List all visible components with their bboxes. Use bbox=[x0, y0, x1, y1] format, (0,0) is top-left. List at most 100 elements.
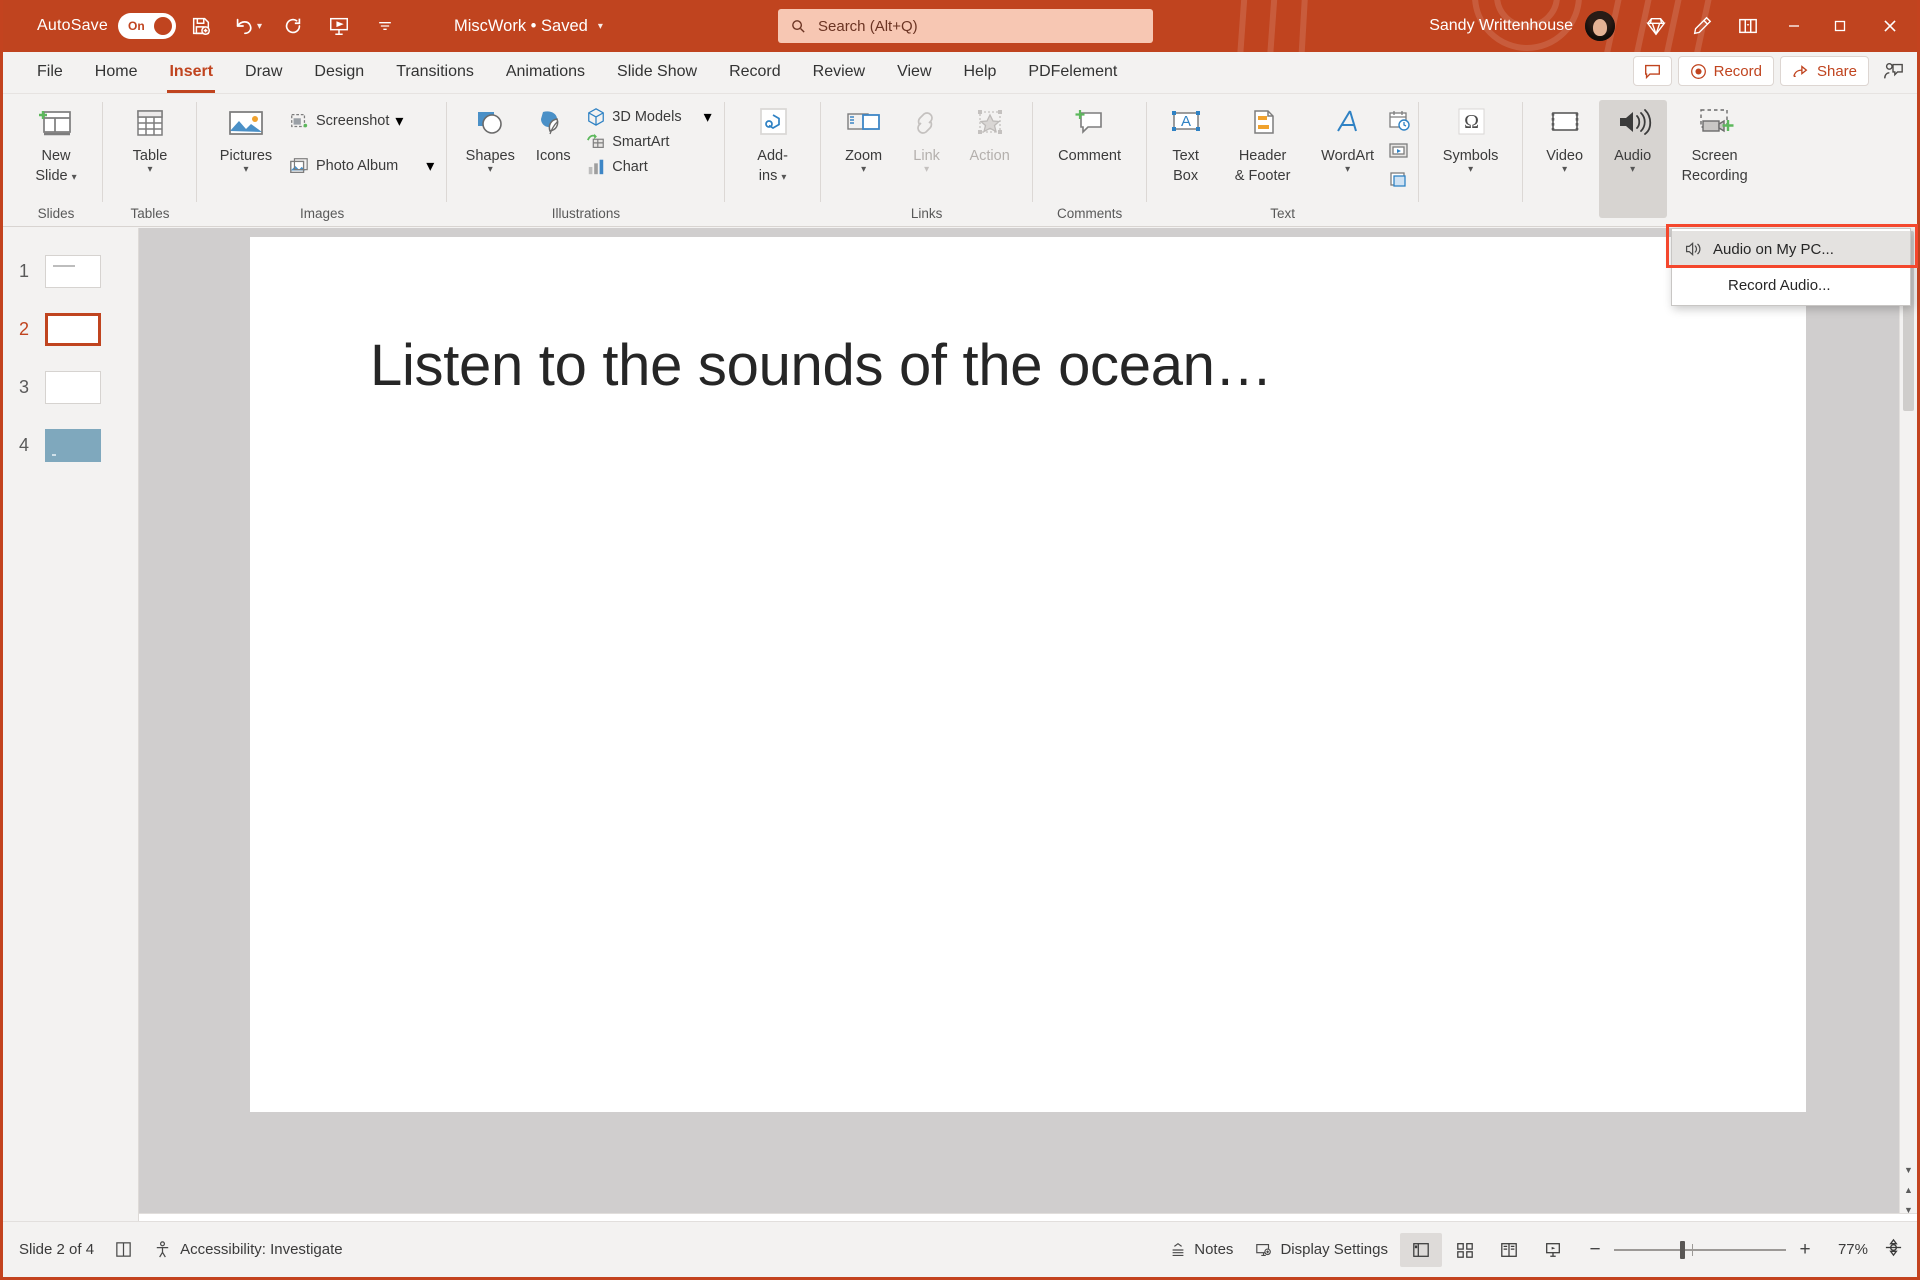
object-button[interactable] bbox=[1387, 170, 1411, 195]
slide-thumbnail-item[interactable]: 4 bbox=[3, 416, 138, 474]
display-settings-button[interactable]: Display Settings bbox=[1245, 1233, 1398, 1267]
header-footer-button[interactable]: Header & Footer bbox=[1217, 100, 1309, 184]
zoom-level-label[interactable]: 77% bbox=[1824, 1241, 1868, 1258]
document-title-caret-icon[interactable]: ▾ bbox=[598, 21, 603, 32]
3d-models-caret-icon[interactable]: ▾ bbox=[704, 107, 712, 127]
ink-pen-icon[interactable] bbox=[1679, 0, 1725, 52]
slide-show-button[interactable] bbox=[1532, 1233, 1574, 1267]
slide-thumbnail-preview[interactable] bbox=[45, 428, 101, 462]
3d-models-button[interactable]: 3D Models ▾ bbox=[583, 104, 714, 129]
screen-recording-button[interactable]: Screen Recording bbox=[1667, 100, 1763, 184]
slide-counter[interactable]: Slide 2 of 4 bbox=[19, 1241, 94, 1258]
slide-title-text[interactable]: Listen to the sounds of the ocean… bbox=[370, 332, 1273, 399]
tab-help[interactable]: Help bbox=[948, 51, 1013, 93]
scroll-down-arrow-icon[interactable]: ▼ bbox=[1900, 1161, 1917, 1179]
tab-file[interactable]: File bbox=[21, 51, 79, 93]
zoom-control[interactable]: − + 77% bbox=[1586, 1238, 1903, 1262]
customize-quick-access-icon[interactable] bbox=[364, 7, 406, 45]
slide-thumbnail-item[interactable]: 3 bbox=[3, 358, 138, 416]
fit-slide-to-window-icon[interactable] bbox=[1884, 1238, 1903, 1262]
close-button[interactable] bbox=[1863, 0, 1917, 52]
tab-transitions[interactable]: Transitions bbox=[380, 51, 490, 93]
table-caret-icon[interactable]: ▾ bbox=[147, 164, 152, 175]
photo-album-caret-icon[interactable]: ▾ bbox=[426, 156, 434, 176]
document-title[interactable]: MiscWork • Saved ▾ bbox=[454, 17, 603, 36]
undo-caret-icon[interactable]: ▾ bbox=[257, 21, 262, 32]
new-slide-caret-icon[interactable]: ▾ bbox=[72, 172, 77, 183]
add-ins-caret-icon[interactable]: ▾ bbox=[781, 172, 786, 183]
add-ins-button[interactable]: Add- ins ▾ bbox=[739, 100, 807, 184]
reading-layout-icon[interactable] bbox=[114, 1240, 133, 1259]
date-time-button[interactable] bbox=[1387, 110, 1411, 137]
tab-view[interactable]: View bbox=[881, 51, 947, 93]
wordart-button[interactable]: WordArt ▾ bbox=[1309, 100, 1387, 175]
ribbon-display-options-icon[interactable] bbox=[1725, 0, 1771, 52]
video-button[interactable]: Video ▾ bbox=[1531, 100, 1599, 175]
maximize-button[interactable] bbox=[1817, 0, 1863, 52]
minimize-button[interactable] bbox=[1771, 0, 1817, 52]
menu-item-record-audio[interactable]: Record Audio... bbox=[1672, 267, 1910, 303]
audio-button[interactable]: Audio ▾ bbox=[1598, 100, 1667, 218]
notes-button[interactable]: Notes bbox=[1159, 1233, 1243, 1267]
tab-insert[interactable]: Insert bbox=[153, 51, 229, 93]
video-caret-icon[interactable]: ▾ bbox=[1562, 164, 1567, 175]
comments-button[interactable] bbox=[1632, 56, 1672, 86]
zoom-slider[interactable] bbox=[1614, 1240, 1786, 1259]
smartart-button[interactable]: SmartArt bbox=[583, 129, 714, 154]
zoom-out-button[interactable]: − bbox=[1586, 1239, 1604, 1261]
new-slide-button[interactable]: New Slide ▾ bbox=[17, 100, 95, 184]
tab-slide-show[interactable]: Slide Show bbox=[601, 51, 713, 93]
tab-pdfelement[interactable]: PDFelement bbox=[1012, 51, 1133, 93]
chart-button[interactable]: Chart bbox=[583, 154, 714, 179]
tab-design[interactable]: Design bbox=[298, 51, 380, 93]
pictures-caret-icon[interactable]: ▾ bbox=[243, 164, 248, 175]
table-button[interactable]: Table ▾ bbox=[111, 100, 189, 175]
zoom-caret-icon[interactable]: ▾ bbox=[861, 164, 866, 175]
tab-record[interactable]: Record bbox=[713, 51, 797, 93]
slide-number-button[interactable] bbox=[1387, 141, 1411, 166]
slide-thumbnail-preview[interactable] bbox=[45, 312, 101, 346]
search-box[interactable]: Search (Alt+Q) bbox=[778, 9, 1153, 43]
pictures-button[interactable]: Pictures ▾ bbox=[207, 100, 285, 175]
wordart-caret-icon[interactable]: ▾ bbox=[1345, 164, 1350, 175]
microsoft-365-diamond-icon[interactable] bbox=[1633, 0, 1679, 52]
slide-thumbnail-item[interactable]: 1 bbox=[3, 242, 138, 300]
screenshot-button[interactable]: Screenshot ▾ bbox=[285, 108, 437, 133]
text-box-button[interactable]: A Text Box bbox=[1155, 100, 1217, 184]
slide-canvas[interactable]: Listen to the sounds of the ocean… bbox=[250, 237, 1806, 1112]
comment-button[interactable]: Comment bbox=[1045, 100, 1135, 164]
user-name[interactable]: Sandy Writtenhouse bbox=[1429, 17, 1573, 35]
reading-view-button[interactable] bbox=[1488, 1233, 1530, 1267]
zoom-slider-handle[interactable] bbox=[1680, 1240, 1685, 1259]
save-icon[interactable] bbox=[180, 7, 222, 45]
zoom-button[interactable]: Zoom ▾ bbox=[831, 100, 897, 175]
normal-view-button[interactable] bbox=[1400, 1232, 1442, 1267]
audio-caret-icon[interactable]: ▾ bbox=[1630, 164, 1635, 175]
previous-slide-button[interactable]: ▲ bbox=[1900, 1181, 1917, 1199]
tab-review[interactable]: Review bbox=[797, 51, 881, 93]
autosave-toggle[interactable]: On bbox=[117, 13, 176, 39]
slide-sorter-view-button[interactable] bbox=[1444, 1233, 1486, 1267]
shapes-caret-icon[interactable]: ▾ bbox=[488, 164, 493, 175]
slide-thumbnail-panel[interactable]: 1 2 3 4 bbox=[3, 228, 139, 1221]
undo-icon[interactable]: ▾ bbox=[226, 7, 268, 45]
symbols-button[interactable]: Ω Symbols ▾ bbox=[1433, 100, 1509, 175]
slide-thumbnail-preview[interactable] bbox=[45, 370, 101, 404]
tab-home[interactable]: Home bbox=[79, 51, 154, 93]
accessibility-status[interactable]: Accessibility: Investigate bbox=[153, 1240, 343, 1259]
menu-item-audio-on-my-pc[interactable]: Audio on My PC... bbox=[1672, 231, 1910, 267]
icons-button[interactable]: Icons bbox=[523, 100, 583, 164]
tab-draw[interactable]: Draw bbox=[229, 51, 298, 93]
photo-album-button[interactable]: Photo Album ▾ bbox=[285, 153, 437, 178]
symbols-caret-icon[interactable]: ▾ bbox=[1468, 164, 1473, 175]
slide-thumbnail-preview[interactable] bbox=[45, 254, 101, 288]
record-button[interactable]: Record bbox=[1677, 56, 1774, 86]
zoom-in-button[interactable]: + bbox=[1796, 1239, 1814, 1261]
avatar[interactable] bbox=[1585, 11, 1615, 41]
share-button[interactable]: Share bbox=[1779, 56, 1869, 86]
screenshot-caret-icon[interactable]: ▾ bbox=[395, 111, 403, 131]
vertical-scrollbar[interactable]: ▲ ▼ ▲ ▼ bbox=[1899, 228, 1917, 1221]
shapes-button[interactable]: Shapes ▾ bbox=[457, 100, 523, 175]
tab-animations[interactable]: Animations bbox=[490, 51, 601, 93]
start-presentation-icon[interactable] bbox=[318, 7, 360, 45]
